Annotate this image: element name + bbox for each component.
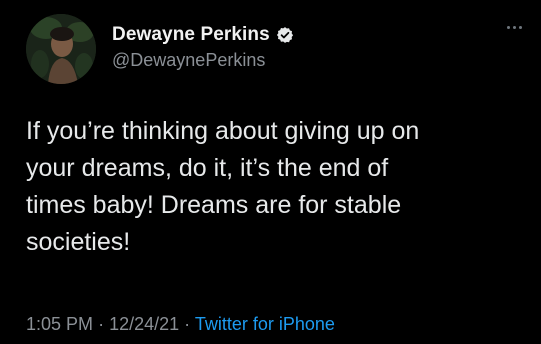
tweet-date[interactable]: 12/24/21: [109, 314, 179, 334]
tweet-source-link[interactable]: Twitter for iPhone: [195, 314, 335, 334]
author-handle[interactable]: @DewaynePerkins: [112, 50, 265, 71]
tweet-time[interactable]: 1:05 PM: [26, 314, 93, 334]
verified-badge-icon: [276, 26, 294, 44]
meta-separator: ·: [184, 314, 191, 334]
more-dot: [519, 26, 522, 29]
tweet-text: If you’re thinking about giving up on yo…: [26, 117, 420, 256]
author-display-name[interactable]: Dewayne Perkins: [112, 24, 270, 46]
tweet-card: Dewayne Perkins @DewaynePerkins If you’r…: [0, 0, 541, 344]
more-dot: [507, 26, 510, 29]
avatar[interactable]: [26, 14, 96, 84]
meta-separator: ·: [98, 314, 105, 334]
more-options-icon[interactable]: [507, 26, 522, 29]
author-name-row[interactable]: Dewayne Perkins: [112, 24, 294, 46]
avatar-image: [26, 14, 96, 84]
tweet-meta: 1:05 PM · 12/24/21 · Twitter for iPhone: [26, 314, 335, 335]
more-dot: [513, 26, 516, 29]
